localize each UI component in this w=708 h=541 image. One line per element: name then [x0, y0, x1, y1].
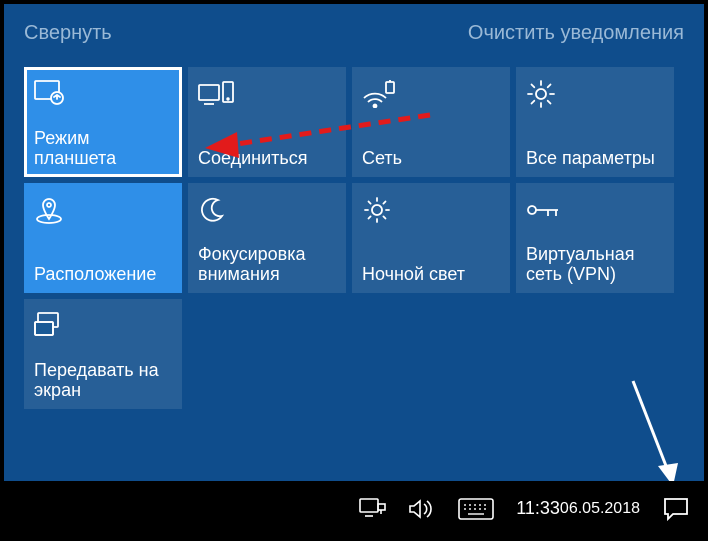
- settings-gear-icon: [526, 77, 664, 111]
- tile-vpn[interactable]: Виртуальная сеть (VPN): [516, 183, 674, 293]
- volume-tray-icon[interactable]: [408, 497, 436, 521]
- tile-night-light[interactable]: Ночной свет: [352, 183, 510, 293]
- tile-connect[interactable]: Соединиться: [188, 67, 346, 177]
- quick-action-tiles: Режим планшета Соединиться: [24, 67, 684, 409]
- tile-label: Фокусировка внимания: [198, 244, 336, 285]
- tile-label: Ночной свет: [362, 264, 500, 285]
- clock-date: 06.05.2018: [560, 500, 640, 518]
- tile-label: Виртуальная сеть (VPN): [526, 244, 664, 285]
- taskbar: 11:33 06.05.2018: [4, 481, 704, 537]
- clear-notifications-button[interactable]: Очистить уведомления: [468, 22, 684, 45]
- tile-label: Все параметры: [526, 148, 664, 169]
- taskbar-clock[interactable]: 11:33 06.05.2018: [516, 499, 640, 519]
- network-icon: [362, 77, 500, 111]
- location-icon: [34, 193, 172, 227]
- collapse-button[interactable]: Свернуть: [24, 22, 112, 45]
- tile-network[interactable]: Сеть: [352, 67, 510, 177]
- tile-label: Сеть: [362, 148, 500, 169]
- moon-icon: [198, 193, 336, 227]
- tablet-mode-icon: [34, 77, 172, 111]
- action-center-panel: Свернуть Очистить уведомления Режим план…: [4, 4, 704, 481]
- clock-time: 11:33: [516, 499, 560, 519]
- tile-label: Режим планшета: [34, 128, 172, 169]
- tile-label: Соединиться: [198, 148, 336, 169]
- sun-icon: [362, 193, 500, 227]
- project-icon: [34, 309, 172, 343]
- tile-project[interactable]: Передавать на экран: [24, 299, 182, 409]
- action-center-header: Свернуть Очистить уведомления: [24, 22, 684, 45]
- tile-all-settings[interactable]: Все параметры: [516, 67, 674, 177]
- connect-icon: [198, 77, 336, 111]
- tile-tablet-mode[interactable]: Режим планшета: [24, 67, 182, 177]
- tile-label: Расположение: [34, 264, 172, 285]
- action-center-tray-icon[interactable]: [662, 496, 690, 522]
- tile-label: Передавать на экран: [34, 360, 172, 401]
- tile-focus-assist[interactable]: Фокусировка внимания: [188, 183, 346, 293]
- vpn-icon: [526, 193, 664, 227]
- tile-location[interactable]: Расположение: [24, 183, 182, 293]
- network-tray-icon[interactable]: [358, 497, 386, 521]
- keyboard-tray-icon[interactable]: [458, 498, 494, 520]
